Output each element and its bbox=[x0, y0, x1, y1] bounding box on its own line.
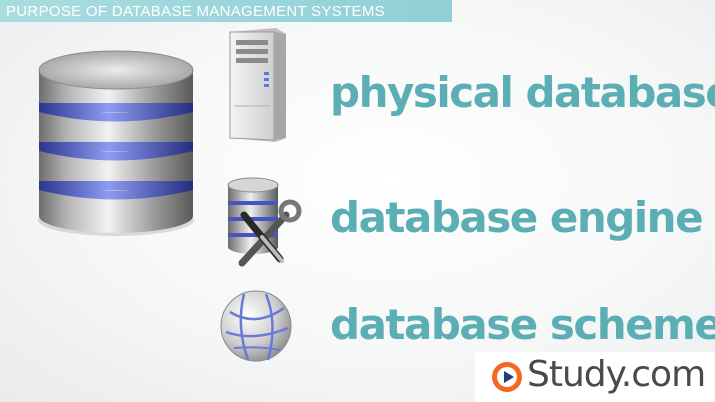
server-tower-icon bbox=[229, 28, 286, 142]
database-tools-icon bbox=[227, 177, 302, 267]
header-bar: PURPOSE OF DATABASE MANAGEMENT SYSTEMS bbox=[0, 0, 452, 22]
database-scheme-label: database scheme bbox=[330, 300, 715, 349]
database-stack-icon bbox=[38, 50, 194, 236]
database-engine-label: database engine bbox=[330, 193, 704, 242]
study-play-logo-icon bbox=[492, 362, 522, 392]
globe-icon bbox=[220, 290, 292, 362]
brand-name: Study.com bbox=[527, 354, 706, 395]
physical-database-label: physical database bbox=[330, 68, 715, 117]
page-title: PURPOSE OF DATABASE MANAGEMENT SYSTEMS bbox=[6, 3, 385, 20]
brand-watermark: Study.com bbox=[475, 352, 715, 402]
